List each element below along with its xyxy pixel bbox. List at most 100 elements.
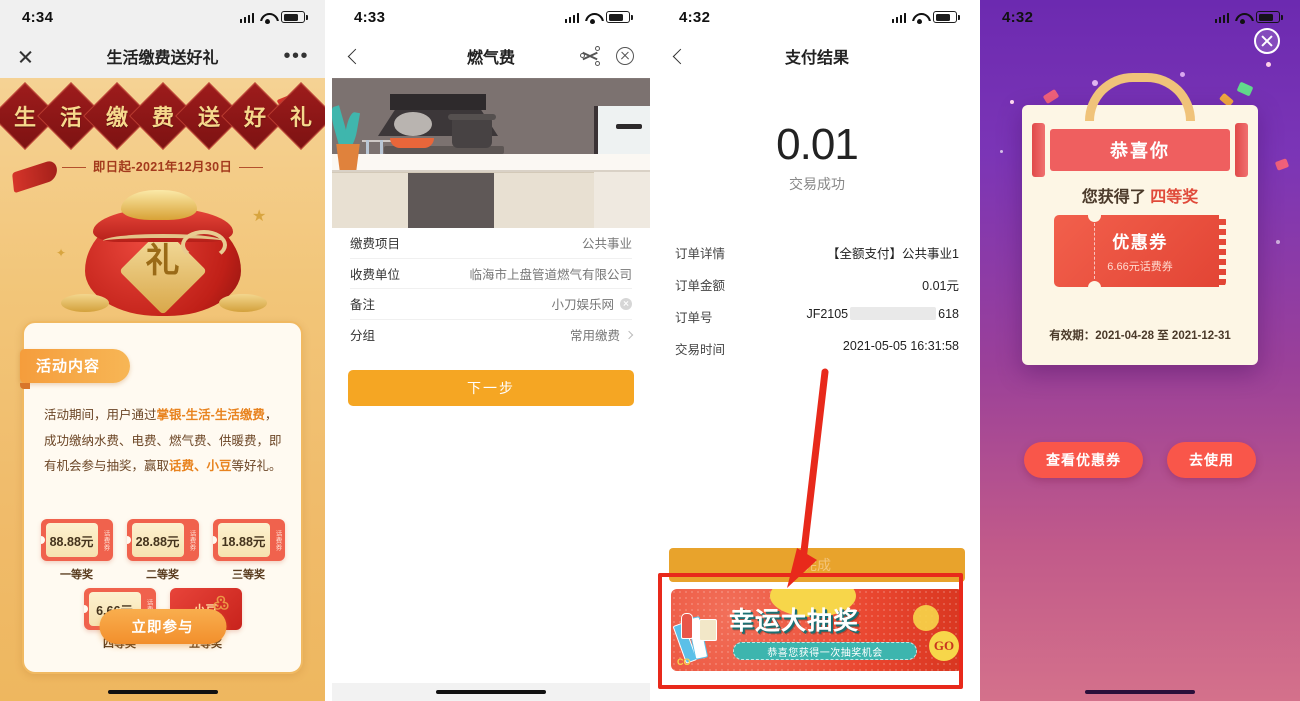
view-coupon-button[interactable]: 查看优惠券: [1024, 442, 1143, 478]
star-decoration: ✦: [56, 246, 67, 260]
coupon-card: 88.88元 话费券: [40, 519, 113, 561]
row-value-group: 小刀娱乐网: [551, 294, 632, 313]
panel-divider: [325, 0, 332, 701]
steam: [394, 112, 432, 136]
prize-actions: 查看优惠券 去使用: [980, 442, 1300, 478]
coupon-ticket: 优惠券 6.66元话费券: [1054, 208, 1227, 294]
coupon-side-text: 话费券: [274, 529, 281, 551]
ticket-dashed-line: [1094, 223, 1095, 279]
ribbon-handle-decoration: [1085, 73, 1195, 121]
confetti-dot: [1266, 62, 1271, 67]
row-value: 临海市上盘管道燃气有限公司: [469, 267, 632, 282]
headline-char-text: 缴: [105, 104, 128, 130]
status-bar: 4:33: [332, 0, 650, 34]
headline-char-text: 送: [197, 104, 220, 130]
share-icon[interactable]: [580, 46, 600, 66]
back-button[interactable]: [657, 48, 689, 64]
coupon-notch: [40, 536, 45, 544]
lottery-banner[interactable]: CO 幸运大抽奖 恭喜您获得一次抽奖机会 GO: [671, 589, 963, 671]
wifi-icon: [585, 12, 600, 24]
status-icons: [564, 11, 633, 24]
home-indicator: [1085, 689, 1195, 694]
more-button[interactable]: •••: [283, 45, 325, 67]
screenshot-grid: 4:34 生活缴费送好礼 ••• 生 活 缴 费 送 好 礼 即日起-2021年…: [0, 0, 1300, 701]
status-time: 4:33: [354, 8, 386, 26]
signal-icon: [1214, 12, 1229, 23]
home-indicator: [107, 689, 218, 694]
phone-screen-campaign: 4:34 生活缴费送好礼 ••• 生 活 缴 费 送 好 礼 即日起-2021年…: [0, 0, 325, 701]
row-label: 备注: [350, 298, 376, 313]
bill-row: 缴费项目 公共事业: [350, 228, 632, 259]
validity-text: 有效期：2021-04-28 至 2021-12-31: [1049, 330, 1231, 342]
close-circle-icon[interactable]: [616, 47, 634, 65]
battery-icon: [606, 11, 633, 23]
oven: [408, 172, 494, 228]
prize-item: 88.88元 话费券 一等奖: [40, 519, 113, 582]
scroll-roll-left: [1032, 123, 1045, 177]
row-value-group: 常用缴费: [570, 325, 634, 344]
prize-label: 一等奖: [60, 569, 93, 581]
phone-screen-gas-bill: 4:33 燃气费 缴费项目 公共事业 收费单位 临海市上盘管道燃气有限公司 备注…: [332, 0, 650, 701]
section-title: 活动内容: [20, 349, 131, 389]
use-now-button[interactable]: 去使用: [1167, 442, 1256, 478]
plant-icon: [332, 104, 366, 170]
cloud-decoration: [218, 294, 267, 312]
payment-amount: 0.01: [776, 120, 859, 169]
battery-icon: [933, 11, 960, 23]
campaign-banner: 生 活 缴 费 送 好 礼 即日起-2021年12月30日 ★ ✦ 礼: [0, 78, 325, 324]
desc-part-1: 活动期间，用户通过: [44, 408, 157, 422]
clear-icon[interactable]: [620, 297, 632, 310]
close-circle-icon[interactable]: [1254, 28, 1280, 54]
scroll-roll-right: [1235, 123, 1248, 177]
next-step-button[interactable]: 下一步: [348, 370, 634, 406]
row-value: 公共事业: [581, 237, 632, 252]
prize-won-line: 您获得了 四等奖: [1022, 183, 1258, 207]
ticket-subtitle: 6.66元话费券: [1107, 261, 1173, 273]
campaign-content-card: 活动内容 活动期间，用户通过掌银-生活-生活缴费，成功缴纳水费、电费、燃气费、供…: [20, 321, 303, 674]
status-time: 4:32: [1002, 8, 1034, 26]
order-row: 订单金额 0.01元: [675, 268, 959, 300]
coupon-side-text: 话费券: [102, 529, 109, 551]
row-label: 缴费项目: [350, 237, 401, 252]
row-label: 分组: [350, 329, 376, 344]
order-value: 0.01元: [922, 278, 959, 293]
back-button[interactable]: [332, 48, 364, 64]
coupon-amount: 88.88元: [45, 523, 98, 557]
back-chevron-icon: [347, 48, 364, 64]
close-button[interactable]: [0, 49, 33, 64]
bill-row-group[interactable]: 分组 常用缴费: [350, 320, 634, 351]
order-number: JF2105 618: [806, 306, 959, 326]
lottery-go-button[interactable]: GO: [929, 631, 959, 661]
prize-item: 28.88元 话费券 二等奖: [126, 519, 199, 582]
order-row: 订单详情 【全额支付】公共事业1: [675, 236, 959, 268]
prize-label: 三等奖: [232, 569, 265, 581]
campaign-body: 生 活 缴 费 送 好 礼 即日起-2021年12月30日 ★ ✦ 礼 活动内容…: [0, 78, 325, 701]
signal-icon: [891, 12, 906, 23]
home-indicator: [436, 689, 546, 694]
page-title: 支付结果: [784, 50, 849, 67]
pot-lid: [448, 114, 496, 120]
prize-won-prefix: 您获得了: [1081, 189, 1146, 206]
done-button[interactable]: 完成: [669, 548, 965, 582]
row-label: 收费单位: [350, 267, 401, 282]
pot-icon: [452, 118, 492, 148]
order-value: 【全额支付】公共事业1: [827, 246, 959, 261]
ticket-notch-bottom: [1088, 280, 1101, 294]
coupon-amount: 28.88元: [131, 523, 184, 557]
note-input-value[interactable]: 小刀娱乐网: [551, 294, 614, 313]
order-value: 2021-05-05 16:31:58: [842, 338, 959, 353]
bill-row-note[interactable]: 备注 小刀娱乐网: [350, 289, 632, 320]
coupon-notch: [212, 536, 217, 544]
join-now-button[interactable]: 立即参与: [99, 609, 226, 644]
order-label: 订单号: [675, 310, 713, 325]
ticket-zigzag-edge: [1219, 215, 1227, 287]
phone-screen-prize-result: 4:32 恭喜你 您获得了 四等奖 优惠券 6.66元话费券 有效期：2021-…: [980, 0, 1300, 701]
headline-char-text: 生: [13, 104, 36, 130]
panel-divider: [650, 0, 657, 701]
cabinet: [494, 172, 594, 228]
kitchen-illustration: [332, 78, 650, 228]
more-dots-icon: •••: [283, 45, 309, 67]
cloud-decoration: [60, 294, 109, 312]
status-time: 4:34: [22, 8, 54, 26]
confetti-piece: [1274, 158, 1290, 171]
